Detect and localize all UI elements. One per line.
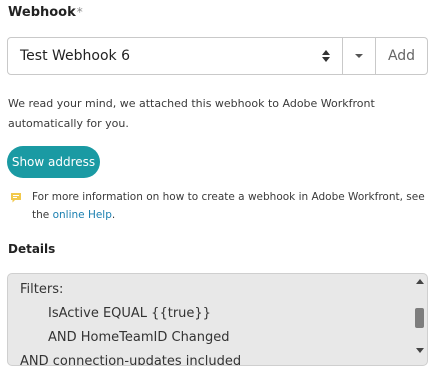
required-mark: * xyxy=(76,5,83,19)
webhook-attached-info: We read your mind, we attached this webh… xyxy=(8,97,375,130)
details-line: Filters: xyxy=(20,282,64,297)
online-help-link[interactable]: online Help xyxy=(53,209,112,221)
details-label: Details xyxy=(8,242,56,256)
show-address-button[interactable]: Show address xyxy=(7,146,100,178)
scroll-up-icon[interactable] xyxy=(416,279,424,284)
details-scrollbar[interactable] xyxy=(411,274,427,365)
add-webhook-button[interactable]: Add xyxy=(376,37,428,75)
details-line: AND connection-updates included xyxy=(20,354,242,366)
webhook-label-text: Webhook xyxy=(8,5,76,20)
webhook-dropdown-button[interactable] xyxy=(343,37,376,75)
webhook-select-value: Test Webhook 6 xyxy=(20,48,131,64)
details-content: Filters: IsActive EQUAL {{true}} AND Hom… xyxy=(20,278,410,366)
details-textarea[interactable]: Filters: IsActive EQUAL {{true}} AND Hom… xyxy=(7,273,428,366)
comment-icon xyxy=(10,192,22,204)
scroll-down-icon[interactable] xyxy=(416,348,424,353)
details-line: AND HomeTeamID Changed xyxy=(48,330,230,345)
scroll-thumb[interactable] xyxy=(415,308,424,328)
webhook-select-group: Test Webhook 6 Add xyxy=(7,37,428,75)
details-line: IsActive EQUAL {{true}} xyxy=(48,306,211,321)
help-note: For more information on how to create a … xyxy=(10,188,430,224)
select-updown-icon xyxy=(322,50,330,62)
help-text: For more information on how to create a … xyxy=(32,188,430,224)
webhook-select[interactable]: Test Webhook 6 xyxy=(7,37,343,75)
help-text-suffix: . xyxy=(111,209,116,221)
webhook-label: Webhook* xyxy=(8,5,83,20)
chevron-down-icon xyxy=(355,54,363,58)
